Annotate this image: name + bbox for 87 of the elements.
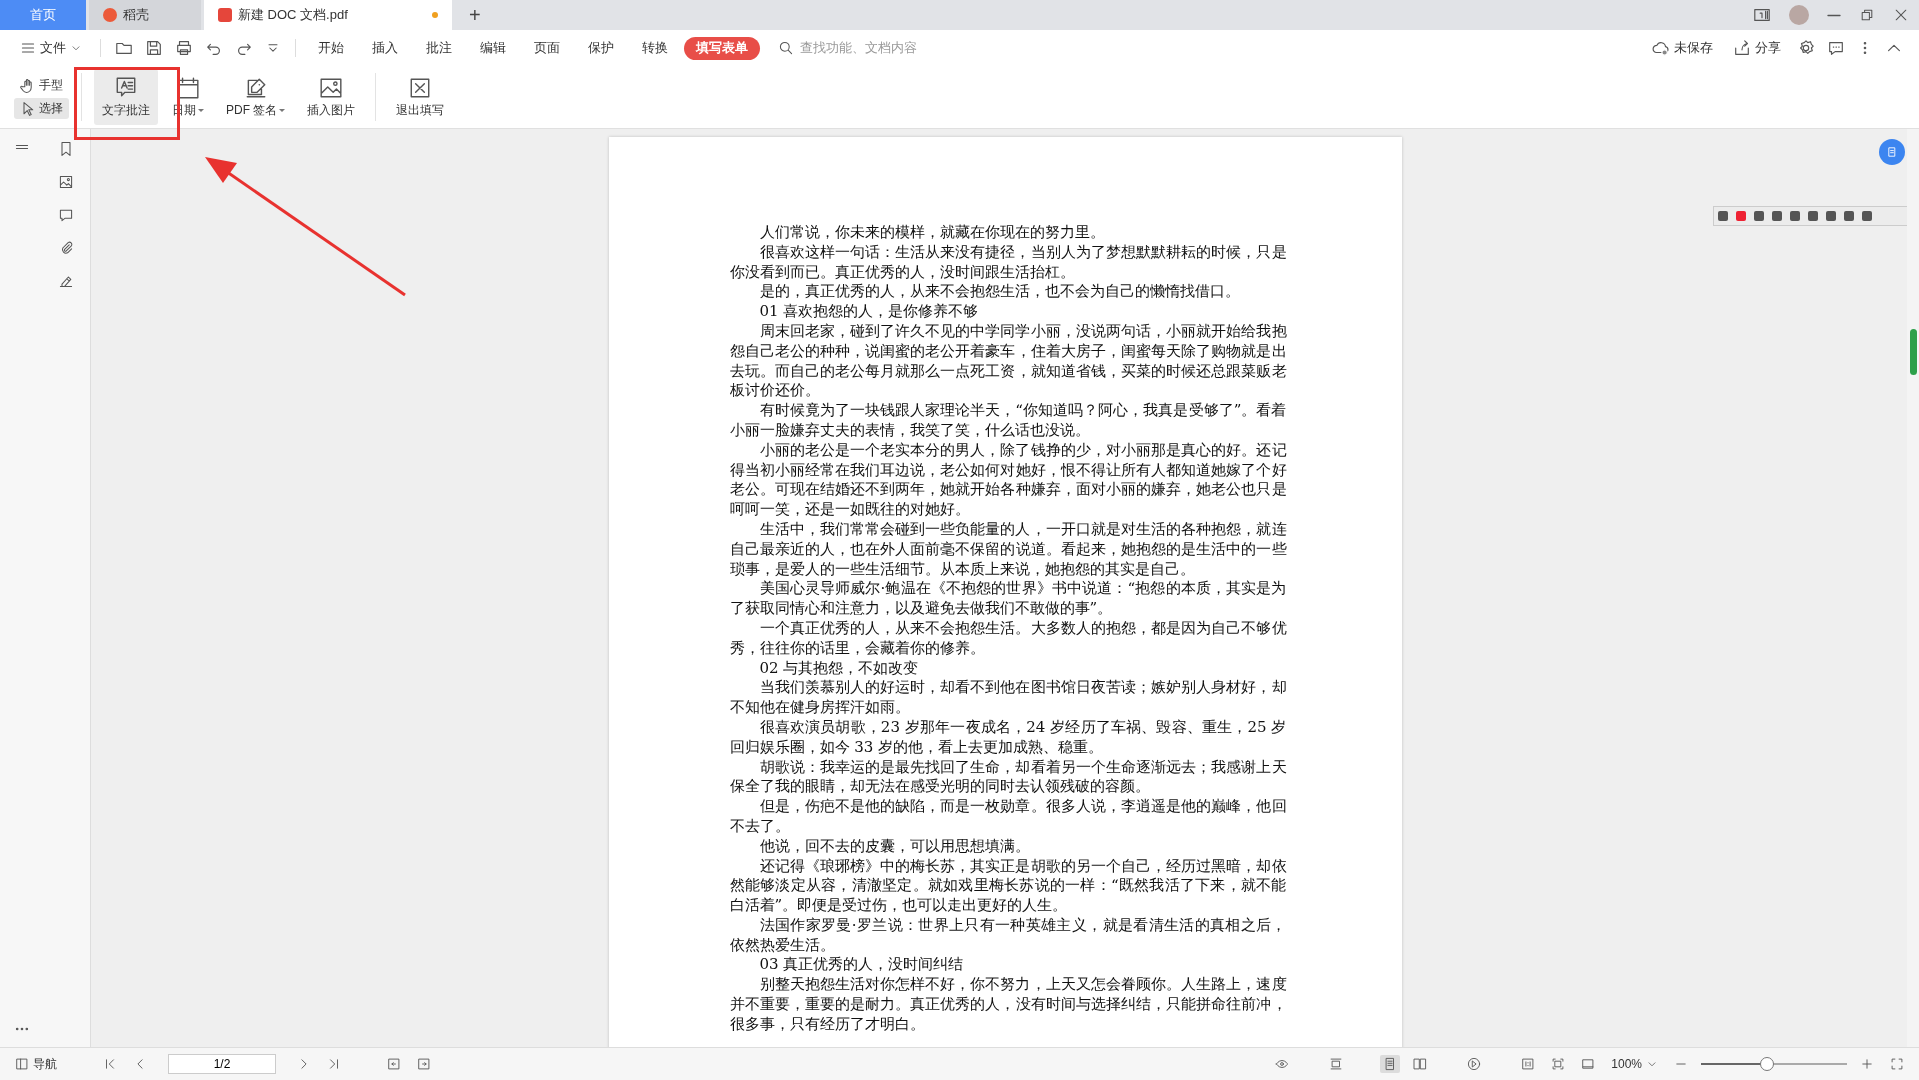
eye-protection-icon: [1275, 1057, 1290, 1071]
single-page-button[interactable]: [1380, 1055, 1401, 1073]
app-logo-icon: [103, 8, 117, 22]
paragraph: 周末回老家，碰到了许久不见的中学同学小丽，没说两句话，小丽就开始给我抱怨自己老公的种种，说闺蜜的老公开着豪车，住着大房子，闺蜜每天除了购物就是出去玩。而自己的老公每月就那么一点死工资，就知道省钱，买菜的时候还总跟菜贩老板讨价还价。: [729, 322, 1287, 402]
tool-button[interactable]: 退出填写: [388, 69, 453, 125]
zoom-slider[interactable]: [1701, 1057, 1847, 1071]
paragraph: 生活中，我们常常会碰到一些负能量的人，一开口就是对生活的各种抱怨，就连自己最亲近的人，也在外人面前毫不保留的说道。看起来，她抱怨的是生活中的一些琐事，是爱人的一些生活细节。从本质上来说，她抱怨的其实是自己。: [729, 519, 1287, 580]
menu-icon: [20, 40, 36, 56]
paragraph: 小丽的老公是一个老实本分的男人，除了钱挣的少，对小丽那是真心的好。还记得当初小丽经常在我们耳边说，老公如何对她好，恨不得让所有人都知道她嫁了个好老公。可现在结婚还不到两年，她就开始各种嫌弃，面对小丽的嫌弃，她老公也只是呵呵一笑，还是一如既往的对她好。: [729, 440, 1287, 520]
paragraph: 很喜欢这样一句话：生活从来没有捷径，当别人为了梦想默默耕耘的时候，只是你没看到而已。真正优秀的人，没时间跟生活抬杠。: [729, 242, 1287, 283]
menu-tab[interactable]: 开始: [306, 36, 356, 60]
new-tab-button[interactable]: +: [455, 0, 495, 30]
paragraph: 胡歌说：我幸运的是最先找回了生命，却看着另一个生命逐渐远去；我感谢上天保全了我的眼睛，却无法在感受光明的同时去认领残破的容颜。: [729, 757, 1287, 798]
reading-mode-icon: [1581, 1057, 1596, 1071]
select-tool[interactable]: 选择: [14, 98, 69, 119]
comments-button[interactable]: [58, 207, 74, 223]
tab[interactable]: 稻壳: [89, 0, 201, 30]
cursor-icon: [20, 100, 36, 117]
paragraph: 法国作家罗曼·罗兰说：世界上只有一种英雄主义，就是看清生活的真相之后，依然热爱生活。: [729, 915, 1287, 956]
settings-icon: [1797, 39, 1815, 57]
search-field[interactable]: 查找功能、文档内容: [778, 40, 942, 56]
printer-icon: [175, 39, 193, 57]
signature-button[interactable]: [58, 273, 74, 289]
forward-icon: [417, 1057, 431, 1071]
bookmark-icon: [58, 141, 74, 157]
hand-tool[interactable]: 手型: [14, 75, 69, 96]
save-status-button[interactable]: 未保存: [1644, 36, 1721, 60]
zoom-dropdown[interactable]: 100%: [1608, 1055, 1661, 1073]
actual-size-icon: [1521, 1057, 1536, 1071]
panel-icon: [15, 1057, 29, 1071]
comment-icon: [58, 207, 74, 223]
tool-button[interactable]: PDF 签名: [218, 69, 294, 125]
menu-tab[interactable]: 填写表单: [684, 36, 760, 60]
share-icon: [1733, 39, 1751, 57]
tab[interactable]: 新建 DOC 文档.pdf: [204, 0, 452, 30]
comment-icon: [1827, 39, 1845, 57]
slider-thumb[interactable]: [1759, 1057, 1774, 1071]
menu-tab[interactable]: 编辑: [468, 36, 518, 60]
close-icon: [1893, 7, 1909, 23]
paragraph: 他说，回不去的皮囊，可以用思想填满。: [758, 836, 1031, 857]
paragraph: 一个真正优秀的人，从来不会抱怨生活。大多数人的抱怨，都是因为自己不够优秀，往往你的话里，会藏着你的修养。: [729, 618, 1287, 659]
paragraph: 但是，伤疤不是他的缺陷，而是一枚勋章。很多人说，李逍遥是他的巅峰，他回不去了。: [729, 797, 1287, 837]
paragraph: 美国心灵导师威尔·鲍温在《不抱怨的世界》书中说道：“抱怨的本质，其实是为了获取同情心和注意力，以及避免去做我们不敢做的事”。: [729, 579, 1287, 619]
input-method-toolbar[interactable]: [1713, 206, 1909, 226]
fullscreen-icon: [1890, 1057, 1904, 1071]
page-number-field[interactable]: 1/2: [168, 1054, 276, 1074]
paragraph: 03 真正优秀的人，没时间纠结: [758, 955, 965, 976]
paragraph: 当我们羡慕别人的好运时，却看不到他在图书馆日夜苦读；嫉妒别人身材好，却不知他在健身房挥汗如雨。: [729, 678, 1287, 718]
tool-button[interactable]: 插入图片: [299, 69, 364, 125]
first-page-icon: [103, 1057, 117, 1071]
paragraph: 人们常说，你未来的模样，就藏在你现在的努力里。: [758, 223, 1106, 243]
maximize-icon: [1859, 7, 1875, 23]
cloud-icon: [1652, 39, 1670, 57]
two-page-icon: [1413, 1057, 1428, 1071]
tool-button[interactable]: 文字批注: [94, 69, 158, 125]
thumbnails-button[interactable]: [58, 174, 74, 190]
paragraph: 还记得《琅琊榜》中的梅长苏，其实正是胡歌的另一个自己，经历过黑暗，却依然能够淡定从容，清澈坚定。就如戏里梅长苏说的一样：“既然我活了下来，就不能白活着”。即便是受过伤，也可以走出更好的人生。: [729, 856, 1287, 916]
paragraph: 有时候竟为了一块钱跟人家理论半天，“你知道吗？阿心，我真是受够了”。看着小丽一脸嫌弃丈夫的表情，我笑了笑，什么话也没说。: [729, 401, 1287, 441]
thumbnail-icon: [58, 174, 74, 190]
fit-width-icon: [1329, 1057, 1344, 1071]
bookmarks-button[interactable]: [58, 141, 74, 157]
fit-page-icon: [1551, 1057, 1566, 1071]
file-menu[interactable]: 文件: [12, 36, 90, 60]
share-button[interactable]: 分享: [1725, 36, 1789, 60]
navigation-button[interactable]: 导航: [12, 1053, 60, 1075]
paragraph: 02 与其抱怨，不如改变: [758, 658, 920, 679]
paragraph: 01 喜欢抱怨的人，是你修养不够: [758, 302, 980, 322]
play-icon: [1467, 1057, 1482, 1071]
back-icon: [387, 1057, 401, 1071]
search-icon: [778, 40, 794, 56]
menu-tab[interactable]: 转换: [630, 36, 680, 60]
menu-tab[interactable]: 批注: [414, 36, 464, 60]
last-page-icon: [327, 1057, 341, 1071]
menu-tab[interactable]: 保护: [576, 36, 626, 60]
paragraph: 是的，真正优秀的人，从来不会抱怨生活，也不会为自己的懒惰找借口。: [758, 282, 1241, 303]
assistant-button[interactable]: [1879, 139, 1905, 165]
menu-tab[interactable]: 插入: [360, 36, 410, 60]
paragraph: 别整天抱怨生活对你怎样不好，你不努力，上天又怎会眷顾你。人生路上，速度并不重要，重要的是耐力。真正优秀的人，没有时间与选择纠结，只能拼命往前冲，很多事，只有经历了才明白。: [729, 975, 1287, 1035]
scrollbar[interactable]: [1907, 129, 1919, 1047]
zoom-in-icon: [1860, 1057, 1874, 1071]
window-layout-icon: [1753, 6, 1771, 24]
minimize-icon: [1827, 13, 1841, 17]
signature-icon: [58, 273, 74, 289]
menu-tab[interactable]: 页面: [522, 36, 572, 60]
save-icon: [145, 39, 163, 57]
pdf-file-icon: [218, 8, 232, 22]
paragraph: 很喜欢演员胡歌，23 岁那年一夜成名，24 岁经历了车祸、毁容、重生，25 岁回归娱乐圈，如今 33 岁的他，看上去更加成熟、稳重。: [729, 717, 1287, 758]
